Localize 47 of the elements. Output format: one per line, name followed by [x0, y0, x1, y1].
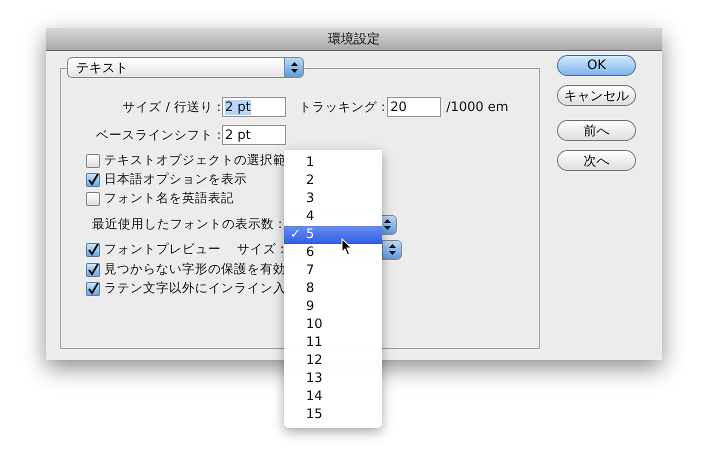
- checkbox[interactable]: [86, 262, 100, 276]
- menu-item[interactable]: 15: [284, 406, 382, 424]
- menu-item[interactable]: 10: [284, 316, 382, 334]
- checkbox-label: テキストオブジェクトの選択範: [104, 152, 286, 169]
- checkbox-label: 見つからない字形の保護を有効: [104, 261, 286, 278]
- category-dropdown[interactable]: テキスト: [67, 57, 304, 78]
- size-label: サイズ :: [237, 241, 284, 258]
- menu-item[interactable]: 4: [284, 208, 382, 226]
- dialog-button[interactable]: キャンセル: [557, 85, 636, 106]
- tracking-label: トラッキング :: [299, 98, 386, 116]
- recent-fonts-label: 最近使用したフォントの表示数 :: [92, 216, 282, 233]
- menu-item[interactable]: 3: [284, 190, 382, 208]
- menu-item[interactable]: 8: [284, 280, 382, 298]
- menu-item[interactable]: 13: [284, 370, 382, 388]
- checkbox[interactable]: [86, 242, 100, 256]
- checkbox[interactable]: [86, 154, 100, 168]
- size-label: サイズ / 行送り :: [122, 98, 222, 116]
- dialog-button[interactable]: OK: [557, 55, 636, 76]
- up-down-arrows-icon: [384, 219, 391, 230]
- menu-item[interactable]: 7: [284, 262, 382, 280]
- checkbox-label: ラテン文字以外にインライン入: [104, 280, 286, 297]
- menu-item[interactable]: 6: [284, 244, 382, 262]
- menu-item[interactable]: 14: [284, 388, 382, 406]
- menu-item[interactable]: 2: [284, 172, 382, 190]
- mouse-pointer-icon: [341, 238, 353, 256]
- check-mark: ✓: [290, 226, 301, 244]
- dialog-button[interactable]: 前へ: [557, 120, 636, 141]
- window-title: 環境設定: [328, 31, 380, 48]
- baseline-shift-field[interactable]: 2 pt: [222, 125, 286, 145]
- menu-item[interactable]: 11: [284, 334, 382, 352]
- menu-item[interactable]: 12: [284, 352, 382, 370]
- menu-item[interactable]: 9: [284, 298, 382, 316]
- menu-item[interactable]: 1: [284, 154, 382, 172]
- checkbox[interactable]: [86, 192, 100, 206]
- checkbox[interactable]: [86, 172, 100, 186]
- checkbox[interactable]: [86, 282, 100, 296]
- tracking-field[interactable]: 20: [387, 97, 442, 117]
- unit-label: /1000 em: [446, 100, 508, 114]
- checkbox-label: 日本語オプションを表示: [104, 171, 247, 188]
- menu-item[interactable]: ✓ 5: [284, 226, 382, 244]
- up-down-arrows-icon: [290, 62, 298, 73]
- dialog-button[interactable]: 次へ: [557, 150, 636, 171]
- checkbox-label: フォントプレビュー: [104, 241, 221, 258]
- checkbox-label: フォント名を英語表記: [104, 190, 234, 207]
- up-down-arrows-icon: [388, 244, 396, 255]
- size-field[interactable]: 2 pt: [222, 97, 286, 117]
- baseline-shift-label: ベースラインシフト :: [94, 126, 222, 144]
